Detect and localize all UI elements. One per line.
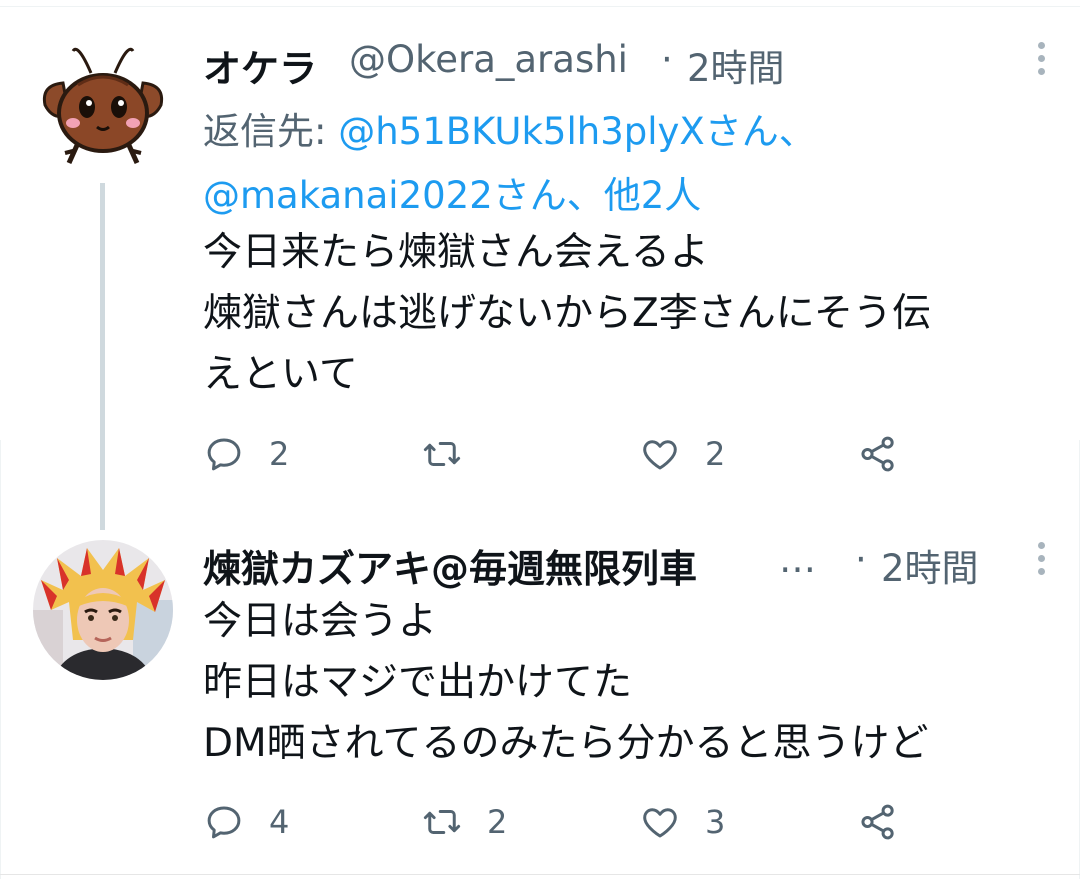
thread-connector (100, 183, 105, 530)
reply-to-label: 返信先: (203, 110, 327, 153)
tweet-header: 煉獄カズアキ@毎週無限列車 … · 2時間 (203, 530, 1056, 594)
handle[interactable]: … (779, 538, 816, 581)
tweet-text-line: 今日は会うよ (203, 599, 438, 644)
reply-button[interactable]: 4 (203, 800, 289, 844)
reply-count: 4 (269, 803, 290, 841)
tweet[interactable]: 煉獄カズアキ@毎週無限列車 … · 2時間 今日は会うよ 昨日はマジで出かけてた… (0, 500, 1080, 879)
display-name[interactable]: オケラ (203, 38, 317, 93)
tweet-header: オケラ @Okera_arashi · 2時間 (203, 30, 1056, 94)
more-options-icon[interactable] (1026, 542, 1056, 586)
reply-to-line: 返信先: @h51BKUk5lh3plyXさん、 @makanai2022さん、… (203, 100, 1043, 228)
share-button[interactable] (857, 800, 899, 844)
tweet-text-line: 煉獄さんは逃げないからZ李さんにそう伝 (203, 291, 931, 336)
reply-mention-link[interactable]: @makanai2022さん、他2人 (203, 174, 701, 217)
retweet-icon (423, 442, 461, 466)
tweet-actions: 4 2 3 (203, 800, 963, 844)
heart-icon (643, 808, 677, 838)
separator: · (661, 38, 673, 81)
reply-icon (207, 438, 241, 471)
tweet-actions: 2 2 (203, 432, 963, 476)
cosplay-photo-avatar (33, 540, 173, 680)
share-icon (861, 804, 894, 840)
tweet-text-line: 昨日はマジで出かけてた (203, 660, 633, 705)
retweet-icon (423, 810, 461, 834)
share-button[interactable] (857, 432, 899, 476)
tweet-text: 今日は会うよ 昨日はマジで出かけてた DM晒されてるのみたら分かると思うけど (203, 591, 1053, 774)
tweet-text-line: 今日来たら煉獄さん会えるよ (203, 230, 709, 275)
cockroach-cartoon-icon (33, 33, 173, 173)
share-icon (861, 436, 894, 472)
reply-count: 2 (269, 435, 290, 473)
tweet[interactable]: オケラ @Okera_arashi · 2時間 返信先: @h51BKUk5lh… (0, 0, 1080, 530)
like-button[interactable]: 3 (639, 800, 725, 844)
separator: · (855, 538, 867, 581)
tweet-text-line: えといて (203, 352, 358, 397)
like-count: 2 (705, 435, 726, 473)
reply-button[interactable]: 2 (203, 432, 289, 476)
like-button[interactable]: 2 (639, 432, 725, 476)
bottom-divider (0, 874, 1080, 875)
timestamp[interactable]: 2時間 (687, 38, 785, 92)
reply-icon (207, 806, 241, 839)
retweet-button[interactable] (421, 432, 487, 476)
timestamp[interactable]: 2時間 (881, 538, 979, 592)
avatar[interactable] (33, 33, 173, 173)
more-options-icon[interactable] (1026, 42, 1056, 86)
reply-mention-link[interactable]: @h51BKUk5lh3plyXさん、 (338, 110, 816, 153)
retweet-button[interactable]: 2 (421, 800, 507, 844)
like-count: 3 (705, 803, 726, 841)
display-name[interactable]: 煉獄カズアキ@毎週無限列車 (203, 538, 697, 593)
heart-icon (643, 440, 677, 470)
retweet-count: 2 (487, 803, 508, 841)
avatar[interactable] (33, 540, 173, 680)
tweet-text: 今日来たら煉獄さん会えるよ 煉獄さんは逃げないからZ李さんにそう伝 えといて (203, 222, 1053, 405)
tweet-text-line: DM晒されてるのみたら分かると思うけど (203, 721, 929, 766)
handle[interactable]: @Okera_arashi (349, 38, 628, 81)
